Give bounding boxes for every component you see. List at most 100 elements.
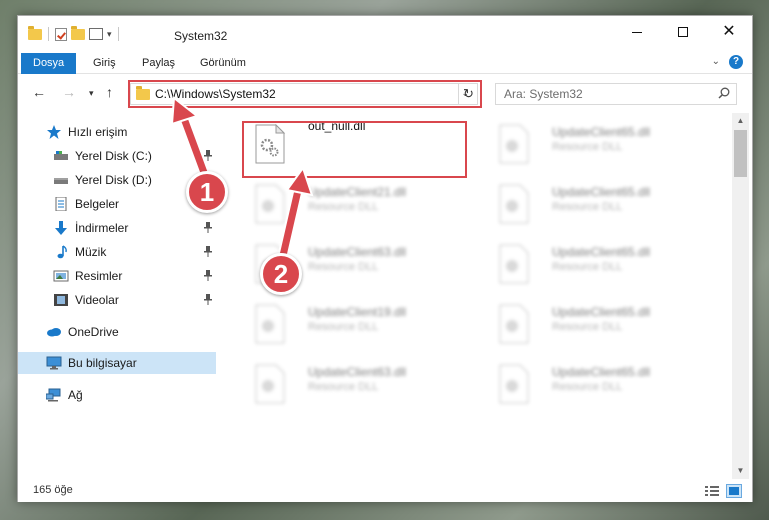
step-callout-2: 2 — [260, 253, 302, 295]
maximize-button[interactable] — [660, 16, 706, 48]
close-icon: ✕ — [722, 23, 736, 40]
scroll-up-icon[interactable]: ▲ — [732, 113, 749, 129]
file-item[interactable]: UpdateClient19.dll Resource DLL — [244, 299, 464, 351]
tab-view[interactable]: Görünüm — [188, 53, 258, 74]
sidebar-item-label: Hızlı erişim — [68, 125, 128, 139]
explorer-window: ▾ System32 ✕ Dosya Giriş Paylaş Görünüm … — [17, 15, 753, 502]
tab-share[interactable]: Paylaş — [130, 53, 187, 74]
maximize-icon — [678, 27, 688, 37]
music-icon — [53, 245, 69, 259]
back-arrow-icon[interactable]: ← — [32, 84, 46, 100]
file-item[interactable]: UpdateClient65.dll Resource DLL — [488, 119, 708, 171]
search-icon — [718, 87, 730, 99]
file-type: Resource DLL — [308, 381, 379, 393]
sidebar-item-videos[interactable]: Videolar — [18, 289, 216, 311]
sidebar-item-this-pc[interactable]: Bu bilgisayar — [18, 352, 216, 374]
file-type: Resource DLL — [552, 201, 623, 213]
tab-file[interactable]: Dosya — [21, 53, 77, 74]
minimize-button[interactable] — [614, 16, 660, 48]
file-item[interactable]: UpdateClient65.dll Resource DLL — [488, 359, 708, 411]
file-name: UpdateClient65.dll — [552, 365, 651, 379]
scroll-down-icon[interactable]: ▼ — [732, 463, 749, 479]
file-name: UpdateClient63.dll — [308, 245, 407, 259]
tab-home[interactable]: Giriş — [81, 53, 128, 74]
file-highlight-box — [242, 121, 467, 178]
file-item[interactable]: UpdateClient63.dll Resource DLL — [244, 359, 464, 411]
pictures-icon — [53, 269, 69, 283]
dropdown-arrow-icon[interactable]: ▾ — [107, 29, 112, 40]
sidebar-item-label: Yerel Disk (C:) — [75, 149, 152, 163]
file-name: UpdateClient21.dll — [308, 185, 407, 199]
minimize-icon — [632, 31, 642, 33]
recent-locations-icon[interactable]: ▾ — [89, 88, 94, 99]
ribbon-tabs: Dosya Giriş Paylaş Görünüm ⌄ ? — [18, 50, 752, 74]
close-button[interactable]: ✕ — [706, 16, 752, 48]
sidebar-item-pictures[interactable]: Resimler — [18, 265, 216, 287]
file-name: UpdateClient65.dll — [552, 305, 651, 319]
dll-file-icon — [499, 184, 529, 224]
navigation-bar: ← → ▾ ↑ C:\Windows\System32 ⌄ ↻ Ara: Sys… — [18, 79, 752, 109]
video-icon — [53, 293, 69, 307]
sidebar-item-local-disk-c[interactable]: Yerel Disk (C:) — [18, 145, 216, 167]
file-type: Resource DLL — [308, 321, 379, 333]
pin-icon — [204, 270, 212, 281]
star-icon — [46, 125, 62, 139]
file-item[interactable]: UpdateClient65.dll Resource DLL — [488, 179, 708, 231]
dll-file-icon — [499, 364, 529, 404]
vertical-scrollbar[interactable]: ▲ ▼ — [732, 113, 749, 479]
separator — [48, 27, 49, 41]
file-name: UpdateClient65.dll — [552, 125, 651, 139]
scrollbar-thumb[interactable] — [734, 130, 747, 177]
file-name: UpdateClient19.dll — [308, 305, 407, 319]
help-icon[interactable]: ? — [729, 55, 743, 69]
item-count: 165 öğe — [33, 484, 73, 496]
sidebar-item-music[interactable]: Müzik — [18, 241, 216, 263]
file-name: UpdateClient63.dll — [308, 365, 407, 379]
search-input[interactable]: Ara: System32 — [495, 83, 737, 105]
sidebar-item-label: Müzik — [75, 245, 107, 259]
window-controls: ✕ — [614, 16, 752, 48]
file-type: Resource DLL — [552, 321, 623, 333]
computer-icon — [46, 356, 62, 370]
sidebar-item-label: Belgeler — [75, 197, 120, 211]
sidebar-item-downloads[interactable]: İndirmeler — [18, 217, 216, 239]
details-view-icon[interactable] — [704, 484, 720, 498]
file-name: UpdateClient65.dll — [552, 245, 651, 259]
pin-icon — [204, 150, 212, 161]
large-icons-view-icon[interactable] — [726, 484, 742, 498]
title-bar: ▾ System32 ✕ — [18, 16, 752, 50]
expand-ribbon-icon[interactable]: ⌄ — [712, 56, 720, 67]
file-item[interactable]: UpdateClient65.dll Resource DLL — [488, 239, 708, 291]
file-type: Resource DLL — [552, 381, 623, 393]
file-type: Resource DLL — [552, 261, 623, 273]
network-icon — [45, 388, 62, 402]
dll-file-icon — [499, 124, 529, 164]
sidebar-item-onedrive[interactable]: OneDrive — [18, 321, 216, 343]
file-name: UpdateClient65.dll — [552, 185, 651, 199]
properties-check-icon[interactable] — [55, 27, 67, 41]
pin-icon — [204, 246, 212, 257]
pin-icon — [204, 294, 212, 305]
customize-toolbar-icon[interactable] — [89, 28, 103, 40]
dll-file-icon — [255, 184, 285, 224]
file-item[interactable]: UpdateClient21.dll Resource DLL — [244, 179, 464, 231]
sidebar-item-label: Resimler — [75, 269, 123, 283]
address-highlight-box — [128, 80, 482, 108]
file-type: Resource DLL — [552, 141, 623, 153]
dll-file-icon — [499, 304, 529, 344]
new-folder-icon[interactable] — [71, 25, 85, 40]
drive-icon — [53, 173, 69, 187]
sidebar-item-label: İndirmeler — [75, 221, 129, 235]
dll-file-icon — [255, 364, 285, 404]
sidebar-item-network[interactable]: Ağ — [18, 384, 216, 406]
cloud-icon — [46, 325, 62, 339]
separator — [117, 27, 119, 41]
dll-file-icon — [255, 304, 285, 344]
sidebar-item-label: OneDrive — [68, 325, 119, 339]
download-icon — [53, 221, 69, 235]
up-arrow-icon[interactable]: ↑ — [106, 84, 113, 100]
sidebar-item-quick-access[interactable]: Hızlı erişim — [18, 121, 216, 143]
sidebar-item-label: Videolar — [75, 293, 119, 307]
forward-arrow-icon[interactable]: → — [62, 84, 76, 100]
file-item[interactable]: UpdateClient65.dll Resource DLL — [488, 299, 708, 351]
